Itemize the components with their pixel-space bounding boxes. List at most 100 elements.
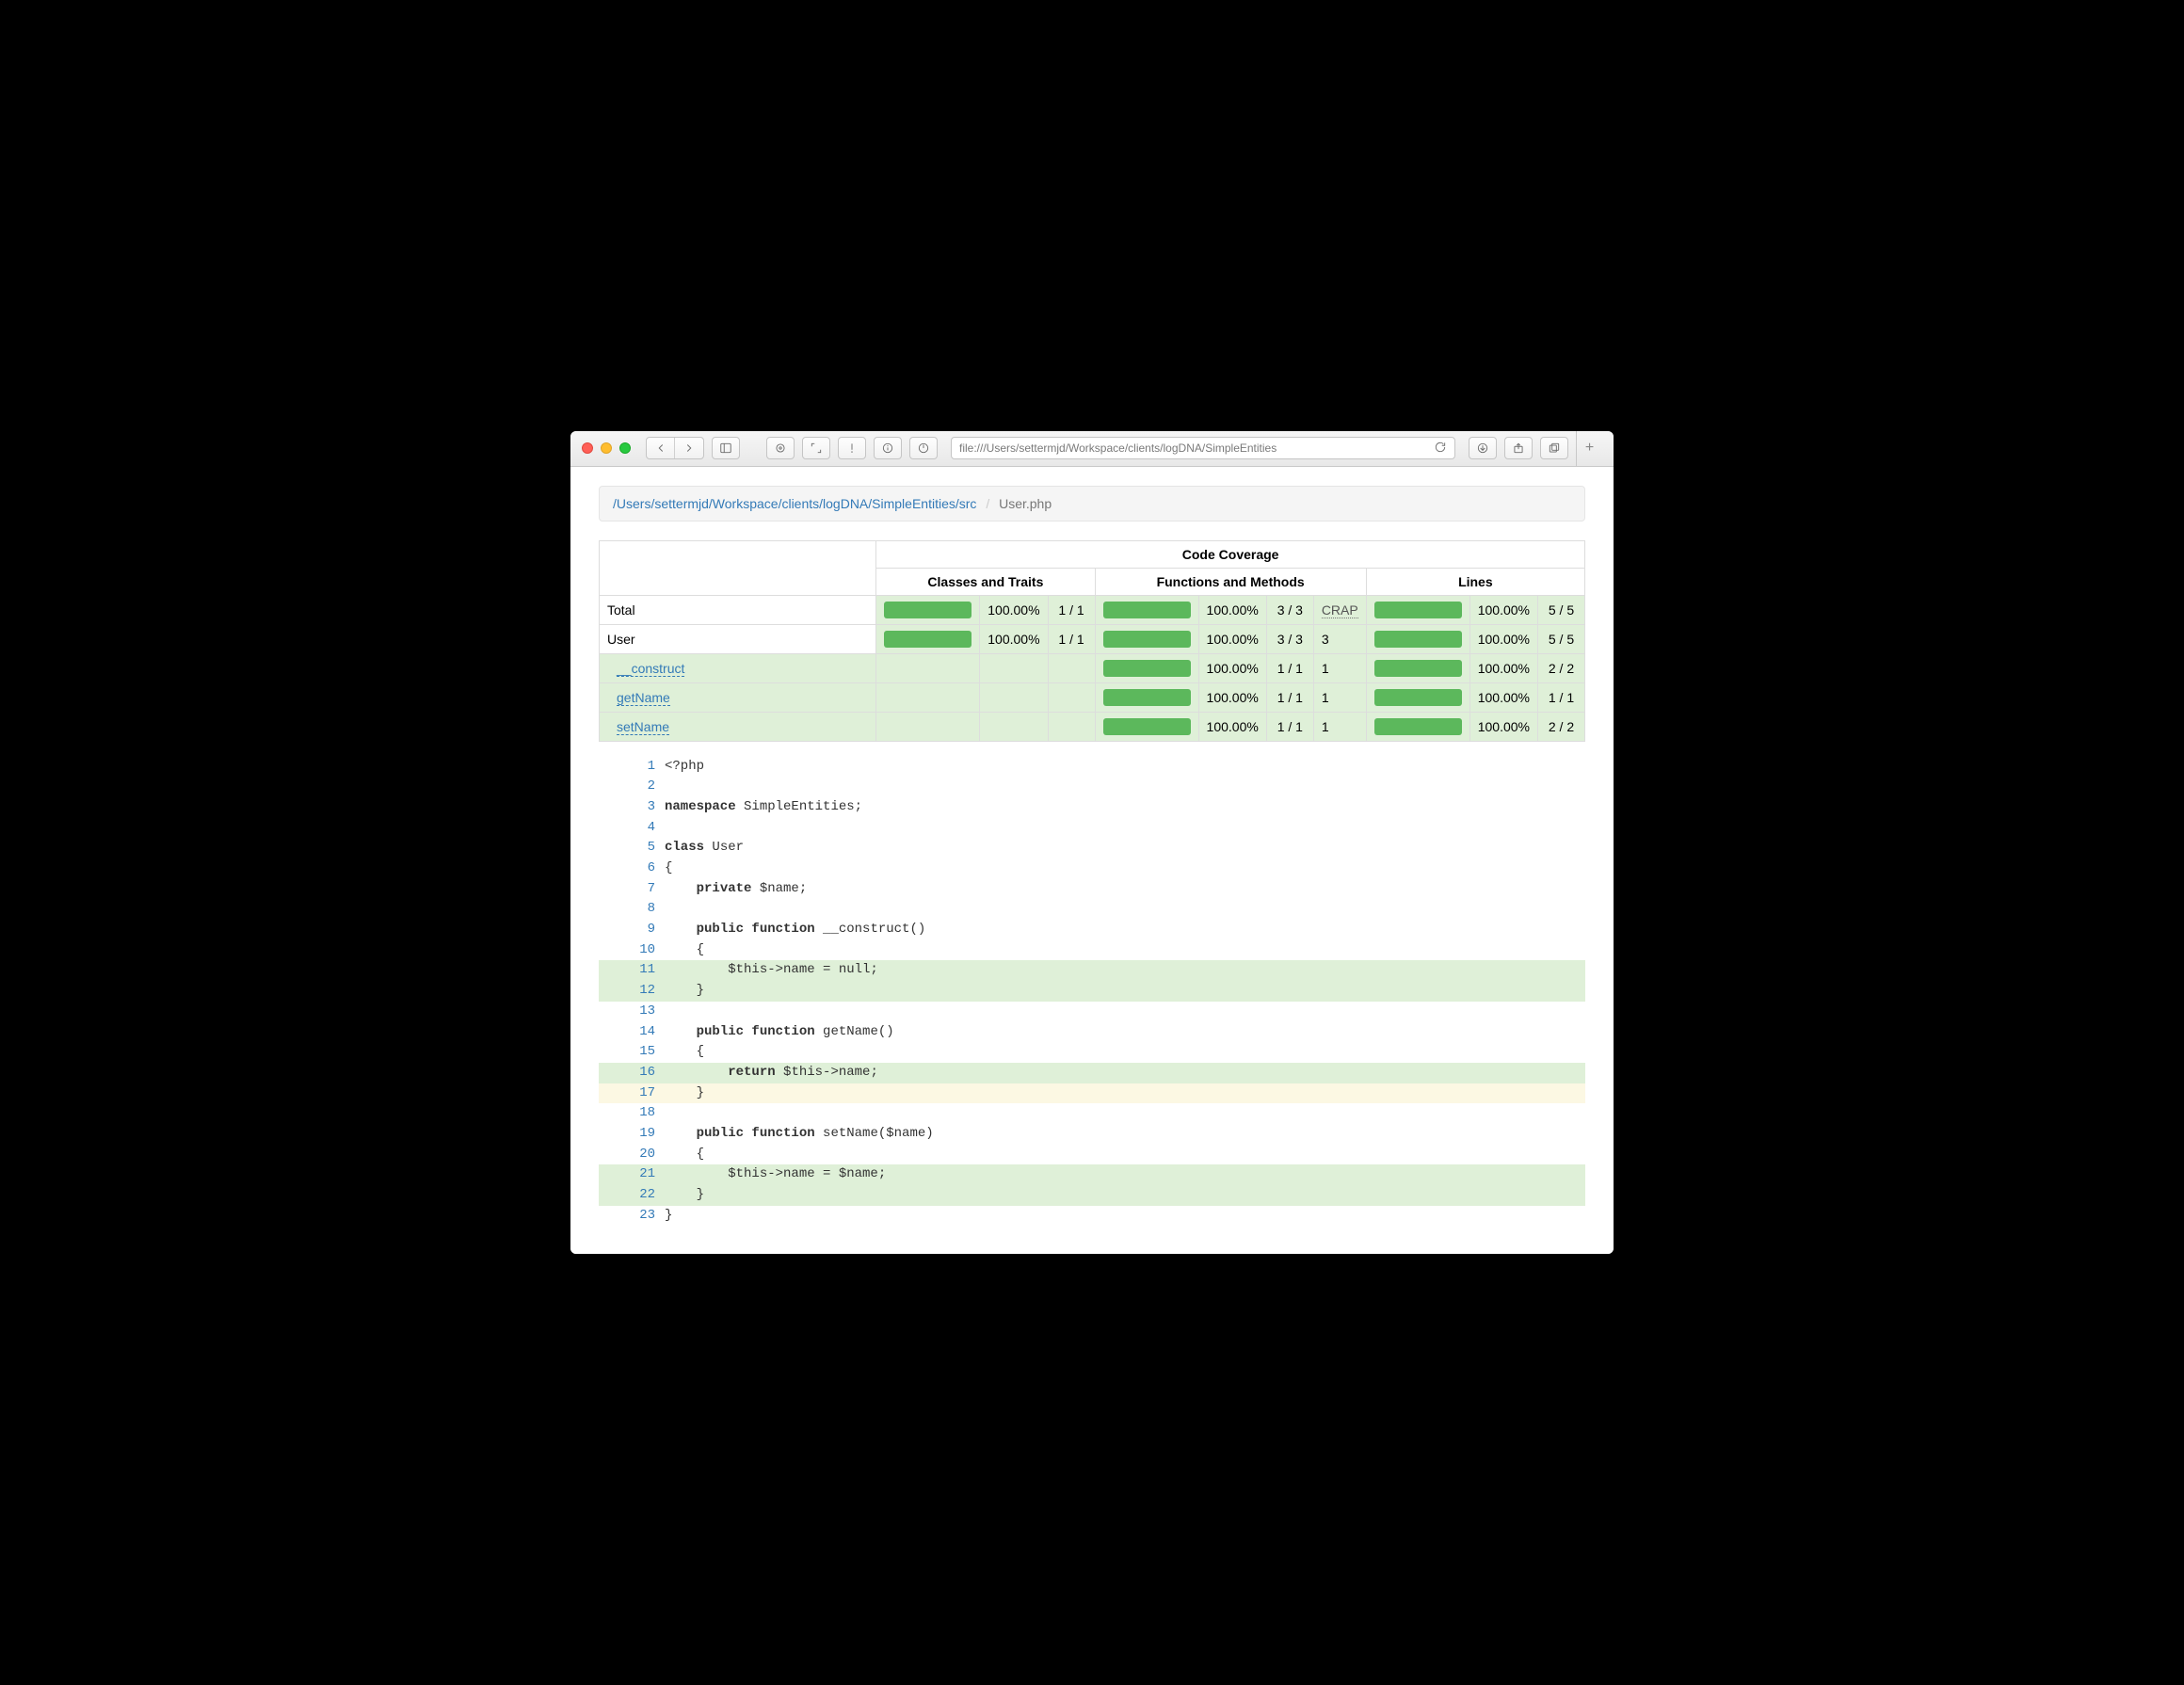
line-number[interactable]: 19 [599,1124,665,1145]
breadcrumb-path-link[interactable]: /Users/settermjd/Workspace/clients/logDN… [613,496,976,511]
line-number[interactable]: 1 [599,757,665,778]
line-code [665,777,1585,797]
code-token: SimpleEntities; [736,799,862,814]
coverage-pct-cell: 100.00% [1198,624,1266,653]
page-content: /Users/settermjd/Workspace/clients/logDN… [570,467,1614,1255]
method-link[interactable]: setName [617,719,669,735]
line-code: <?php [665,757,1585,778]
source-line: 10 { [599,940,1585,961]
coverage-bar-cell [1366,595,1469,624]
breadcrumb-current: User.php [999,496,1052,511]
source-line: 15 { [599,1042,1585,1063]
code-token: { [665,1147,704,1162]
line-number[interactable]: 10 [599,940,665,961]
downloads-button[interactable] [1469,437,1497,459]
line-number[interactable]: 16 [599,1063,665,1083]
coverage-bar-cell [1095,595,1198,624]
toolbar-button-2[interactable] [802,437,830,459]
line-number[interactable]: 14 [599,1022,665,1043]
line-number[interactable]: 3 [599,797,665,818]
line-number[interactable]: 20 [599,1145,665,1165]
code-token [665,922,697,937]
toolbar-button-5[interactable] [909,437,938,459]
coverage-row-label: setName [600,712,876,741]
coverage-ratio-cell: 3 / 3 [1266,624,1313,653]
coverage-pct-cell: 100.00% [1198,595,1266,624]
toolbar-button-4[interactable] [874,437,902,459]
code-token: } [665,1085,704,1100]
coverage-empty-cell [980,712,1048,741]
line-number[interactable]: 5 [599,838,665,859]
line-number[interactable]: 9 [599,920,665,940]
crap-label: CRAP [1322,602,1358,618]
coverage-bar-cell [876,595,980,624]
line-number[interactable]: 7 [599,879,665,900]
coverage-crap-cell: 1 [1313,712,1366,741]
share-icon [1512,441,1525,455]
source-line: 9 public function __construct() [599,920,1585,940]
reload-button[interactable] [1434,441,1447,457]
sidebar-toggle-button[interactable] [712,437,740,459]
line-code: } [665,981,1585,1002]
code-token: User [704,840,744,855]
tabs-button[interactable] [1540,437,1568,459]
toolbar-button-3[interactable] [838,437,866,459]
tabs-icon [1548,441,1561,455]
line-number[interactable]: 13 [599,1002,665,1022]
coverage-ratio-cell: 1 / 1 [1048,595,1095,624]
coverage-empty-cell [1048,653,1095,682]
line-number[interactable]: 8 [599,899,665,920]
coverage-ratio-cell: 1 / 1 [1266,682,1313,712]
line-code: { [665,1042,1585,1063]
line-number[interactable]: 18 [599,1103,665,1124]
line-number[interactable]: 11 [599,960,665,981]
share-button[interactable] [1504,437,1533,459]
line-number[interactable]: 22 [599,1185,665,1206]
toolbar-button-1[interactable] [766,437,795,459]
window-close-button[interactable] [582,442,593,454]
new-tab-button[interactable]: + [1576,431,1602,466]
coverage-ratio-cell: 2 / 2 [1538,712,1585,741]
line-code: { [665,940,1585,961]
code-token: public function [697,922,815,937]
traffic-lights [582,442,631,454]
coverage-bar [884,631,972,648]
target-icon [774,441,787,455]
coverage-ratio-cell: 1 / 1 [1266,712,1313,741]
source-line: 14 public function getName() [599,1022,1585,1043]
line-number[interactable]: 15 [599,1042,665,1063]
line-number[interactable]: 2 [599,777,665,797]
forward-button[interactable] [675,438,703,458]
coverage-pct-cell: 100.00% [1198,653,1266,682]
coverage-crap-cell: 3 [1313,624,1366,653]
expand-icon [810,441,823,455]
line-number[interactable]: 12 [599,981,665,1002]
sidebar-icon [719,441,732,455]
method-link[interactable]: getName [617,690,670,706]
method-link[interactable]: __construct [617,661,684,677]
crap-header-cell: CRAP [1313,595,1366,624]
line-code [665,1002,1585,1022]
code-token [665,881,697,896]
line-number[interactable]: 6 [599,859,665,879]
line-number[interactable]: 23 [599,1206,665,1227]
line-code: { [665,859,1585,879]
url-bar[interactable]: file:///Users/settermjd/Workspace/client… [951,437,1455,459]
line-number[interactable]: 4 [599,818,665,839]
window-zoom-button[interactable] [619,442,631,454]
coverage-bar [1374,660,1462,677]
source-line: 12 } [599,981,1585,1002]
coverage-ratio-cell: 3 / 3 [1266,595,1313,624]
window-minimize-button[interactable] [601,442,612,454]
back-button[interactable] [647,438,675,458]
code-token: } [665,983,704,998]
line-code [665,899,1585,920]
code-token: public function [697,1024,815,1039]
coverage-empty-cell [876,653,980,682]
code-token: getName() [815,1024,894,1039]
source-line: 23} [599,1206,1585,1227]
coverage-ratio-cell: 1 / 1 [1048,624,1095,653]
line-number[interactable]: 17 [599,1083,665,1104]
code-token [665,1126,697,1141]
line-number[interactable]: 21 [599,1164,665,1185]
